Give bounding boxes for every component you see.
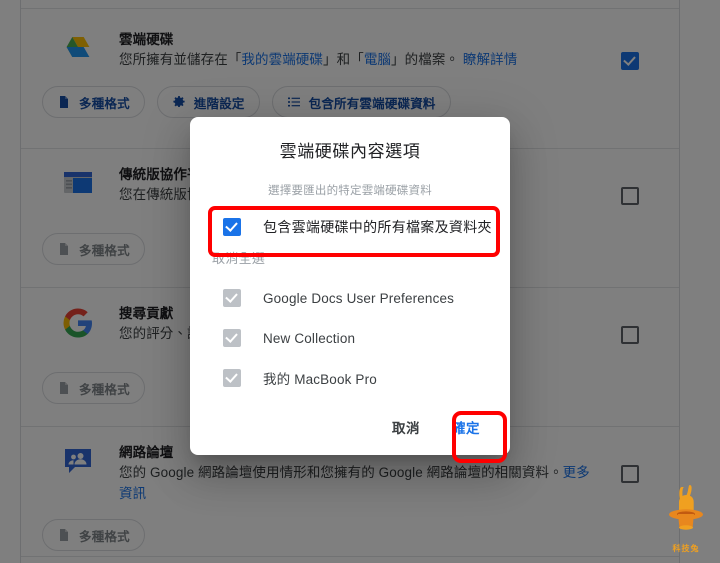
list-item[interactable]: 我的 MacBook Pro [190,358,510,398]
product-description: 您所擁有並儲存在「我的雲端硬碟」和「電腦」的檔案。 瞭解詳情 [119,49,595,70]
desc-part: 」和「 [323,52,364,67]
list-item-label: New Collection [263,330,356,346]
learn-more-link[interactable]: 瞭解詳情 [463,52,517,67]
chip-multiple-formats[interactable]: 多種格式 [42,233,145,265]
chip-label: 多種格式 [79,243,130,258]
google-drive-icon [61,32,95,66]
document-icon [57,242,71,256]
select-all-checkbox[interactable] [223,218,241,236]
chip-label: 進階設定 [193,96,245,111]
chip-advanced-settings[interactable]: 進階設定 [156,86,260,118]
computers-link[interactable]: 電腦 [364,52,391,67]
drive-chip-group: 多種格式 進階設定 包含所有雲端硬碟資料 [42,86,451,118]
document-icon [57,528,71,542]
chip-drive-content-options[interactable]: 包含所有雲端硬碟資料 [271,86,451,118]
legacy-collab-chip-group: 多種格式 [42,233,145,265]
rabbit-in-hat-icon [669,484,703,530]
item-checkbox-disabled [223,329,241,347]
checkbox-checked-icon [621,52,639,70]
watermark-text: 科技兔 [672,544,700,553]
groups-chip-group: 多種格式 [42,519,145,551]
chip-multiple-formats[interactable]: 多種格式 [42,519,145,551]
drive-items-list: Google Docs User Preferences New Collect… [190,278,510,398]
list-item-label: Google Docs User Preferences [263,290,455,306]
product-title: 雲端硬碟 [119,32,174,47]
checkbox-unchecked-icon [621,465,639,483]
list-icon [287,95,301,109]
dialog-actions: 取消 確定 [380,409,492,445]
chip-multiple-formats[interactable]: 多種格式 [42,86,145,118]
search-contributions-row-checkbox[interactable] [621,326,639,344]
legacy-collaboration-icon [61,167,95,201]
chip-label: 多種格式 [79,96,130,111]
watermark: 科技兔 [660,481,712,553]
list-item-label: 我的 MacBook Pro [263,372,377,387]
legacy-collab-row-checkbox[interactable] [621,187,639,205]
dialog-subtitle: 選擇要匯出的特定雲端硬碟資料 [268,185,432,197]
chip-label: 包含所有雲端硬碟資料 [308,96,436,111]
list-item[interactable]: Google Docs User Preferences [190,278,510,318]
desc-part: 」的檔案。 [391,52,463,67]
select-all-row[interactable]: 包含雲端硬碟中的所有檔案及資料夾 [223,215,510,239]
document-icon [57,381,71,395]
product-description: 您的 Google 網路論壇使用情形和您擁有的 Google 網路論壇的相關資料… [119,462,595,504]
drive-row-checkbox[interactable] [621,52,639,70]
checkbox-unchecked-icon [621,326,639,344]
groups-icon [61,445,95,479]
search-contributions-chip-group: 多種格式 [42,372,145,404]
list-item[interactable]: New Collection [190,318,510,358]
checkbox-unchecked-icon [621,187,639,205]
my-drive-link[interactable]: 我的雲端硬碟 [241,52,323,67]
drive-content-options-dialog: 雲端硬碟內容選項 選擇要匯出的特定雲端硬碟資料 包含雲端硬碟中的所有檔案及資料夾… [190,117,510,455]
cancel-button[interactable]: 取消 [380,409,432,445]
google-g-icon [61,306,95,340]
gear-icon [172,95,186,109]
desc-part: 您的 Google 網路論壇使用情形和您擁有的 Google 網路論壇的相關資料… [119,465,563,480]
deselect-all-link[interactable]: 取消全選 [212,248,510,267]
select-all-label: 包含雲端硬碟中的所有檔案及資料夾 [263,219,492,235]
document-icon [57,95,71,109]
divider [21,8,679,9]
item-checkbox-disabled [223,369,241,387]
confirm-button[interactable]: 確定 [440,409,492,445]
chip-label: 多種格式 [79,529,130,544]
chip-multiple-formats[interactable]: 多種格式 [42,372,145,404]
dialog-title: 雲端硬碟內容選項 [279,142,421,161]
desc-part: 您所擁有並儲存在「 [119,52,242,67]
item-checkbox-disabled [223,289,241,307]
divider [21,556,679,557]
groups-row-checkbox[interactable] [621,465,639,483]
chip-label: 多種格式 [79,382,130,397]
